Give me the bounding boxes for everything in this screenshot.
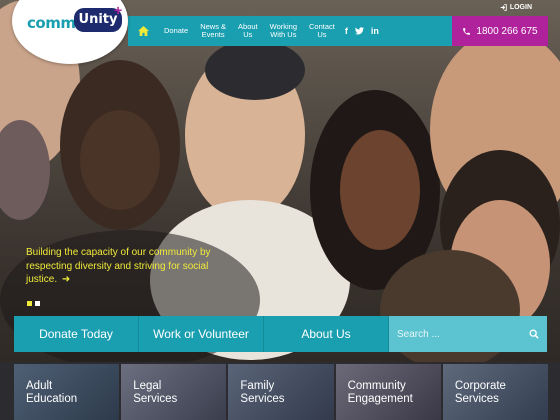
nav-contact-us[interactable]: Contact Us — [303, 16, 341, 46]
slider-dot[interactable] — [27, 301, 32, 306]
nav-news-events-label: News & Events — [200, 22, 227, 39]
service-tile-label: Adult Education — [26, 380, 78, 405]
service-tile-label: Family Services — [240, 380, 285, 405]
search-box — [389, 316, 547, 352]
login-icon — [500, 4, 507, 11]
slider-dot[interactable] — [35, 301, 40, 306]
donate-today-label: Donate Today — [39, 327, 113, 341]
phone-button[interactable]: 1800 266 675 — [452, 16, 548, 46]
nav-about-us[interactable]: About Us — [232, 16, 264, 46]
nav-contact-us-label: Contact Us — [309, 22, 335, 39]
logo-text-comm: comm — [27, 14, 76, 32]
arrow-right-icon: ➜ — [61, 274, 71, 285]
nav-donate[interactable]: Donate — [158, 16, 194, 46]
service-tile-label: Legal Services — [133, 380, 178, 405]
search-icon[interactable] — [529, 329, 539, 339]
nav-donate-label: Donate — [164, 26, 189, 35]
linkedin-icon[interactable]: in — [371, 26, 379, 36]
twitter-icon[interactable] — [354, 27, 364, 35]
service-tile-community-engagement[interactable]: Community Engagement — [335, 364, 441, 420]
login-label: LOGIN — [509, 4, 532, 11]
action-bar: Donate Today Work or Volunteer About Us — [14, 316, 547, 352]
nav-about-us-label: About Us — [238, 22, 258, 39]
search-input[interactable] — [397, 328, 529, 340]
nav-news-events[interactable]: News & Events — [194, 16, 232, 46]
service-tile-family-services[interactable]: Family Services — [228, 364, 334, 420]
service-tile-corporate-services[interactable]: Corporate Services — [442, 364, 549, 420]
work-or-volunteer-label: Work or Volunteer — [153, 327, 249, 341]
nav-working-with-us[interactable]: Working With Us — [264, 16, 303, 46]
home-link[interactable] — [128, 16, 158, 46]
slider-dots — [27, 301, 40, 306]
about-us-label: About Us — [301, 327, 351, 341]
service-tile-label: Community Engagement — [347, 380, 413, 405]
facebook-icon[interactable]: f — [345, 26, 348, 36]
login-link[interactable]: LOGIN — [500, 4, 532, 11]
logo-plus: + — [114, 2, 123, 18]
service-tile-label: Corporate Services — [454, 380, 506, 405]
nav-working-with-us-label: Working With Us — [269, 22, 298, 39]
about-us-button[interactable]: About Us — [264, 316, 389, 352]
hero-tagline[interactable]: Building the capacity of our community b… — [26, 246, 226, 287]
social-links: f in — [345, 26, 379, 36]
donate-today-button[interactable]: Donate Today — [14, 316, 139, 352]
phone-number: 1800 266 675 — [476, 25, 538, 37]
main-nav: Donate News & Events About Us Working Wi… — [128, 16, 452, 46]
service-tile-legal-services[interactable]: Legal Services — [121, 364, 227, 420]
phone-icon — [463, 27, 471, 35]
work-or-volunteer-button[interactable]: Work or Volunteer — [139, 316, 264, 352]
service-tile-adult-education[interactable]: Adult Education — [14, 364, 120, 420]
hero-tagline-text: Building the capacity of our community b… — [26, 247, 211, 285]
home-icon — [137, 26, 149, 36]
service-tiles: Adult Education Legal Services Family Se… — [14, 364, 549, 420]
